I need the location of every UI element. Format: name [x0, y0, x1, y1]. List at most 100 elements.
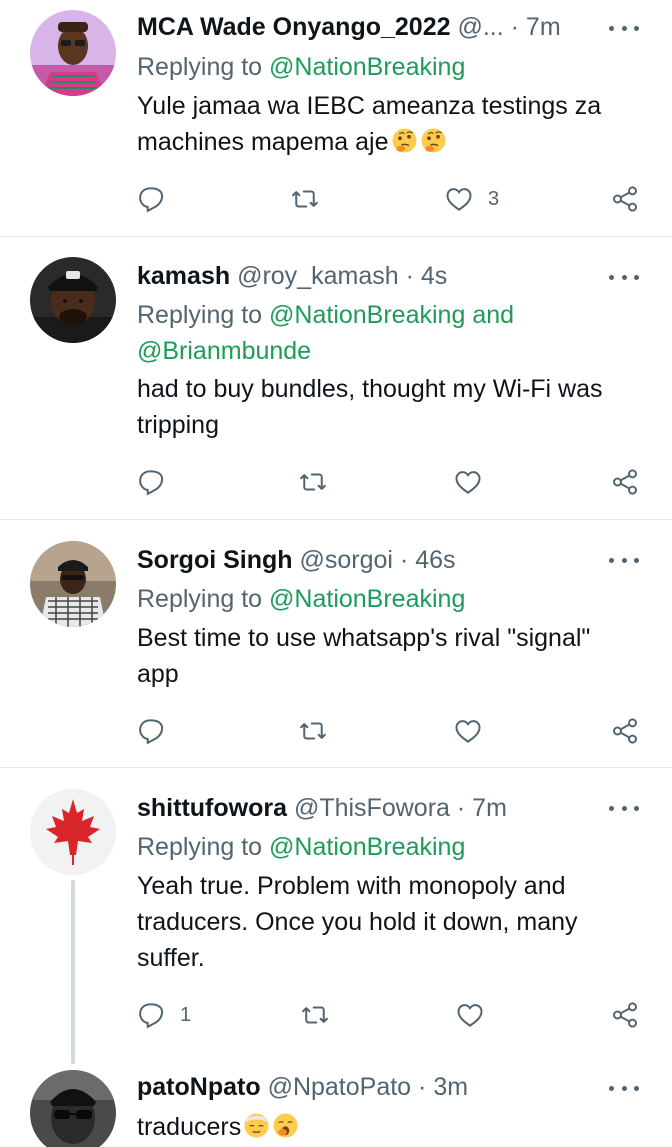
- share-action[interactable]: [610, 998, 640, 1032]
- mention-link[interactable]: @Brianmbunde: [137, 337, 311, 365]
- timestamp[interactable]: 7m: [526, 13, 561, 41]
- like-action[interactable]: 3: [444, 182, 499, 216]
- retweet-action[interactable]: [290, 182, 320, 216]
- tweet-4[interactable]: shittufowora @ThisFowora · 7m Replying t…: [0, 768, 672, 1068]
- tweet-text-line: traducers. Once you hold it down, many: [137, 908, 578, 936]
- bandaged-face-emoji: [244, 1113, 269, 1138]
- like-count: 3: [488, 188, 500, 210]
- replying-to: Replying to @NationBreaking and @Brianmb…: [137, 297, 632, 369]
- tweet-header: MCA Wade Onyango_2022 @... · 7m: [137, 10, 602, 44]
- tweet-header: kamash @roy_kamash · 4s: [137, 259, 602, 293]
- avatar-photo: [30, 257, 116, 343]
- tweet-header: patoNpato @NpatoPato · 3m: [137, 1070, 602, 1104]
- separator-dot: ·: [405, 262, 414, 290]
- user-handle[interactable]: @NpatoPato: [268, 1073, 412, 1101]
- yawning-face-emoji: [273, 1113, 298, 1138]
- avatar-photo: [30, 541, 116, 627]
- tweet-1[interactable]: MCA Wade Onyango_2022 @... · 7m Replying…: [0, 0, 672, 236]
- tweet-2[interactable]: kamash @roy_kamash · 4s Replying to @Nat…: [0, 237, 672, 519]
- tweet-text-line: traducers: [137, 1113, 242, 1141]
- reply-bubble-icon: [139, 187, 164, 213]
- tweet-header: shittufowora @ThisFowora · 7m: [137, 791, 602, 825]
- mention-link[interactable]: @NationBreaking: [269, 301, 465, 329]
- timestamp[interactable]: 7m: [472, 794, 507, 822]
- display-name[interactable]: patoNpato: [137, 1073, 261, 1101]
- display-name[interactable]: MCA Wade Onyango_2022: [137, 13, 451, 41]
- more-options-icon[interactable]: [609, 796, 639, 820]
- tweet-3[interactable]: Sorgoi Singh @sorgoi · 46s Replying to @…: [0, 520, 672, 767]
- tweet-5[interactable]: patoNpato @NpatoPato · 3m traducers: [0, 1068, 672, 1147]
- tweet-text-line: machines mapema aje: [137, 128, 389, 156]
- retweet-action[interactable]: [298, 465, 328, 499]
- display-name[interactable]: Sorgoi Singh: [137, 546, 293, 574]
- retweet-icon: [300, 722, 326, 740]
- separator-dot: ·: [418, 1073, 427, 1101]
- tweet-text: Best time to use whatsapp's rival "signa…: [137, 620, 632, 692]
- tweet-text-line: Yule jamaa wa IEBC ameanza testings za: [137, 92, 602, 120]
- like-action[interactable]: [455, 998, 499, 1032]
- thinking-face-emoji: [421, 128, 446, 153]
- retweet-action[interactable]: [300, 998, 330, 1032]
- separator-dot: ·: [399, 546, 409, 574]
- share-icon: [613, 718, 637, 744]
- replying-to: Replying to @NationBreaking: [137, 829, 632, 865]
- timestamp[interactable]: 4s: [421, 262, 447, 290]
- heart-icon: [455, 720, 481, 743]
- share-icon: [613, 1002, 637, 1028]
- user-handle[interactable]: @ThisFowora: [294, 794, 450, 822]
- reply-action[interactable]: 1: [136, 998, 191, 1032]
- share-action[interactable]: [610, 182, 640, 216]
- replying-to: Replying to @NationBreaking: [137, 581, 632, 617]
- tweet-text-line: Yeah true. Problem with monopoly and: [137, 872, 566, 900]
- avatar[interactable]: [30, 10, 116, 96]
- avatar[interactable]: [30, 257, 116, 343]
- tweet-text: Yeah true. Problem with monopoly and tra…: [137, 868, 632, 976]
- timestamp[interactable]: 46s: [415, 546, 455, 574]
- more-options-icon[interactable]: [609, 16, 639, 40]
- timestamp[interactable]: 3m: [433, 1073, 468, 1101]
- share-action[interactable]: [610, 465, 640, 499]
- reply-action[interactable]: [136, 182, 180, 216]
- avatar[interactable]: [30, 789, 116, 875]
- avatar[interactable]: [30, 541, 116, 627]
- reply-action[interactable]: [136, 465, 180, 499]
- tweet-text: had to buy bundles, thought my Wi-Fi was…: [137, 371, 632, 443]
- avatar-photo: [30, 789, 116, 875]
- replying-to-prefix: Replying to: [137, 585, 263, 613]
- mention-link[interactable]: @NationBreaking: [269, 585, 465, 613]
- mention-link[interactable]: @NationBreaking: [269, 53, 465, 81]
- heart-icon: [457, 1004, 483, 1027]
- tweet-text-line: app: [137, 660, 179, 688]
- thread-connector: [71, 880, 75, 1064]
- avatar-photo: [30, 10, 116, 96]
- share-icon: [613, 469, 637, 495]
- share-icon: [613, 186, 637, 212]
- retweet-action[interactable]: [298, 714, 328, 748]
- more-options-icon[interactable]: [609, 548, 639, 572]
- reply-bubble-icon: [139, 470, 164, 496]
- more-options-icon[interactable]: [609, 265, 639, 289]
- reply-bubble-icon: [139, 719, 164, 745]
- more-options-icon[interactable]: [609, 1076, 639, 1100]
- mention-link[interactable]: @NationBreaking: [269, 833, 465, 861]
- replying-to-prefix: Replying to: [137, 53, 263, 81]
- retweet-icon: [300, 473, 326, 491]
- display-name[interactable]: shittufowora: [137, 794, 287, 822]
- user-handle[interactable]: @...: [457, 13, 503, 41]
- reply-bubble-icon: [139, 1003, 164, 1029]
- display-name[interactable]: kamash: [137, 262, 230, 290]
- reply-count: 1: [180, 1004, 192, 1026]
- tweet-text-line: Best time to use whatsapp's rival "signa…: [137, 624, 591, 652]
- reply-action[interactable]: [136, 714, 180, 748]
- replying-to: Replying to @NationBreaking: [137, 49, 632, 85]
- tweet-text-line-with-emoji: machines mapema aje: [137, 124, 632, 160]
- share-action[interactable]: [610, 714, 640, 748]
- avatar-photo: [30, 1070, 116, 1147]
- user-handle[interactable]: @sorgoi: [300, 546, 393, 574]
- like-action[interactable]: [453, 714, 497, 748]
- user-handle[interactable]: @roy_kamash: [237, 262, 399, 290]
- like-action[interactable]: [453, 465, 497, 499]
- retweet-icon: [302, 1006, 328, 1024]
- tweet-text-line: tripping: [137, 411, 219, 439]
- avatar[interactable]: [30, 1070, 116, 1147]
